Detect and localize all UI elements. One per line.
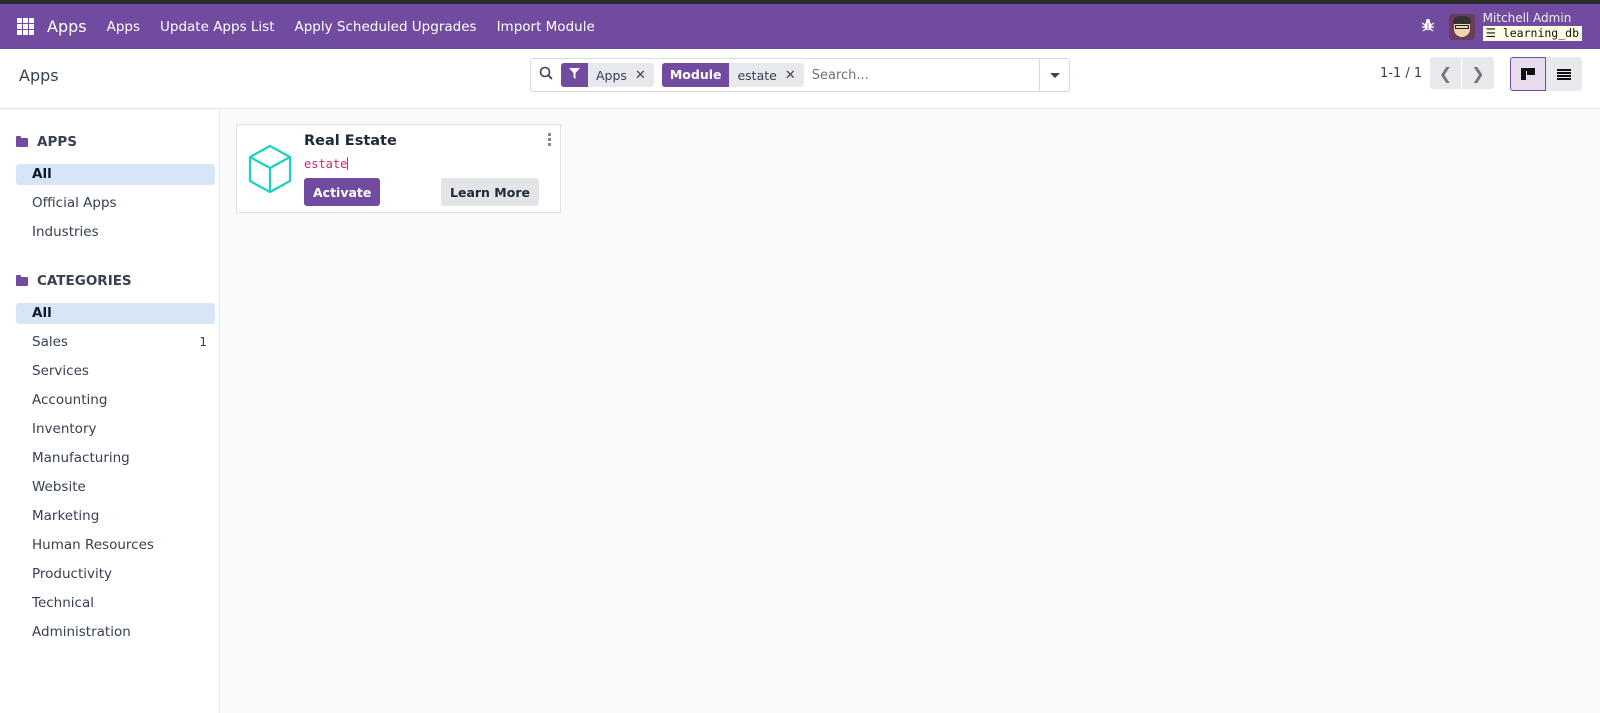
remove-facet-icon[interactable]: ✕ — [785, 68, 804, 83]
menu-apply-scheduled-upgrades[interactable]: Apply Scheduled Upgrades — [295, 19, 477, 35]
category-administration[interactable]: Administration — [16, 622, 215, 643]
list-view-button[interactable] — [1546, 57, 1582, 91]
caret-down-icon — [1049, 72, 1060, 78]
app-card[interactable]: Real Estate estate Activate Learn More — [236, 124, 561, 213]
search-bar: Apps ✕ Module estate ✕ — [530, 58, 1070, 92]
section-apps: APPS — [16, 131, 219, 153]
user-avatar[interactable] — [1448, 13, 1475, 40]
search-panel: APPS All Official Apps Industries CATEGO… — [0, 110, 220, 713]
app-technical-name: estate — [304, 157, 348, 171]
main-navbar: Apps Apps Update Apps List Apply Schedul… — [0, 4, 1600, 49]
database-name: learning_db — [1502, 26, 1579, 40]
folder-icon — [16, 274, 28, 286]
activate-button[interactable]: Activate — [304, 178, 381, 206]
category-productivity[interactable]: Productivity — [16, 564, 215, 585]
pager-buttons: ❮ ❯ — [1430, 57, 1494, 89]
search-facet-filter: Apps ✕ — [561, 63, 654, 87]
pager-next-button[interactable]: ❯ — [1462, 57, 1494, 89]
apps-filter-official-apps[interactable]: Official Apps — [16, 193, 215, 214]
bug-icon[interactable] — [1421, 18, 1435, 36]
apps-grid-icon[interactable] — [17, 17, 35, 36]
category-manufacturing[interactable]: Manufacturing — [16, 448, 215, 469]
category-sales[interactable]: Sales 1 — [16, 332, 215, 353]
section-categories: CATEGORIES — [16, 270, 219, 292]
remove-facet-icon[interactable]: ✕ — [635, 68, 654, 83]
app-title: Real Estate — [304, 133, 397, 149]
facet-label: Module — [661, 63, 730, 87]
menu-apps[interactable]: Apps — [107, 19, 140, 35]
view-switcher — [1510, 57, 1582, 91]
app-brand[interactable]: Apps — [47, 17, 87, 36]
pager-previous-button[interactable]: ❮ — [1430, 57, 1462, 89]
kanban-view: Real Estate estate Activate Learn More — [221, 110, 1600, 713]
navbar-right: Mitchell Admin ☰ learning_db — [1421, 4, 1600, 49]
category-count: 1 — [199, 335, 207, 349]
cube-icon — [247, 143, 293, 195]
facet-value: Apps — [596, 67, 627, 83]
category-inventory[interactable]: Inventory — [16, 419, 215, 440]
category-label: Sales — [32, 334, 68, 350]
control-panel: Apps Apps ✕ Module estate ✕ 1-1 / 1 ❮ ❯ — [0, 49, 1600, 109]
database-icon: ☰ — [1485, 26, 1503, 40]
menu-update-apps-list[interactable]: Update Apps List — [160, 19, 274, 35]
folder-icon — [16, 135, 28, 147]
category-technical[interactable]: Technical — [16, 593, 215, 614]
card-menu-icon[interactable] — [548, 133, 552, 146]
search-options-toggle[interactable] — [1039, 59, 1069, 91]
user-menu[interactable]: Mitchell Admin ☰ learning_db — [1482, 11, 1582, 41]
category-website[interactable]: Website — [16, 477, 215, 498]
search-icon[interactable] — [531, 66, 561, 84]
category-marketing[interactable]: Marketing — [16, 506, 215, 527]
category-accounting[interactable]: Accounting — [16, 390, 215, 411]
database-badge: ☰ learning_db — [1482, 26, 1582, 41]
section-title: CATEGORIES — [37, 273, 132, 289]
apps-filter-all[interactable]: All — [16, 164, 215, 185]
chevron-left-icon: ❮ — [1438, 63, 1453, 83]
filter-icon — [561, 63, 588, 87]
breadcrumb: Apps — [19, 66, 59, 85]
apps-filter-industries[interactable]: Industries — [16, 222, 215, 243]
search-facet-module: Module estate ✕ — [661, 63, 804, 87]
category-human-resources[interactable]: Human Resources — [16, 535, 215, 556]
pager-value[interactable]: 1-1 / 1 — [1380, 66, 1422, 81]
user-name: Mitchell Admin — [1482, 11, 1572, 25]
section-title: APPS — [37, 134, 77, 150]
facet-value: estate — [737, 67, 777, 83]
search-input[interactable] — [811, 67, 1039, 83]
kanban-view-button[interactable] — [1510, 57, 1546, 91]
category-all[interactable]: All — [16, 303, 215, 324]
learn-more-button[interactable]: Learn More — [441, 178, 539, 206]
menu-import-module[interactable]: Import Module — [497, 19, 595, 35]
chevron-right-icon: ❯ — [1471, 63, 1485, 83]
kanban-icon — [1521, 68, 1535, 80]
list-icon — [1557, 68, 1571, 80]
category-services[interactable]: Services — [16, 361, 215, 382]
